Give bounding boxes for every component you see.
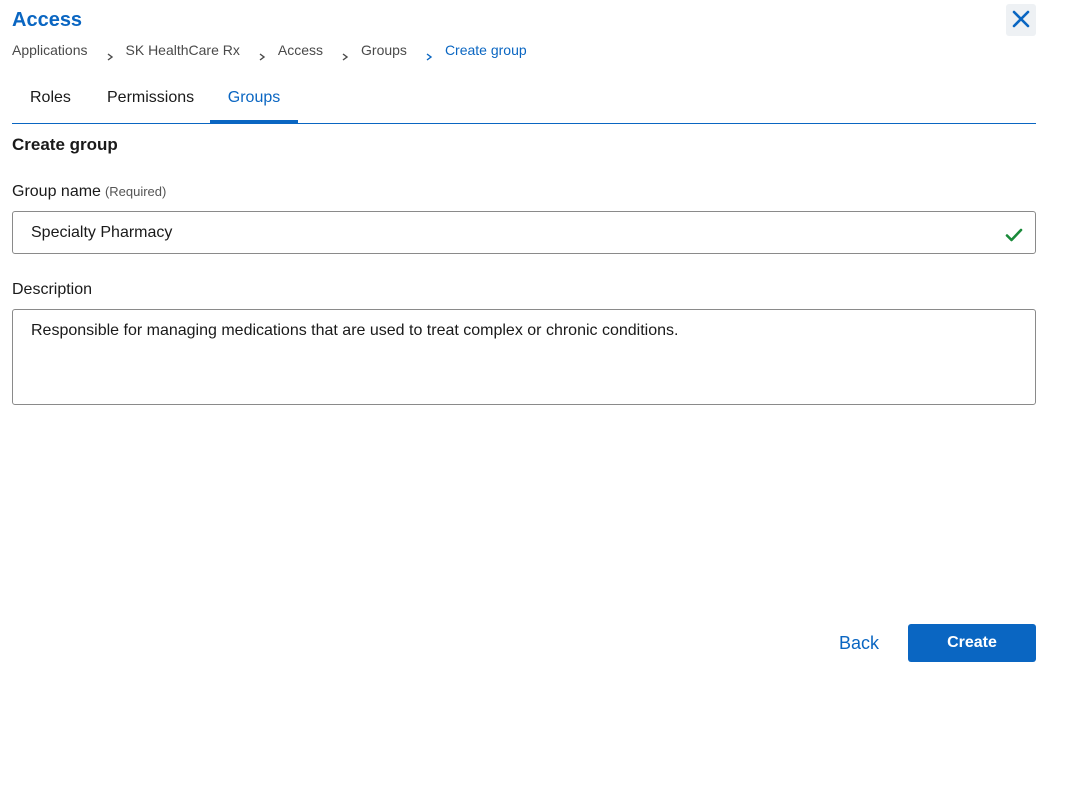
chevron-right-icon	[341, 47, 349, 61]
tab-bar: Roles Permissions Groups	[12, 76, 1036, 124]
description-textarea[interactable]: Responsible for managing medications tha…	[12, 309, 1036, 405]
back-button[interactable]: Back	[828, 624, 890, 662]
create-button[interactable]: Create	[908, 624, 1036, 662]
checkmark-icon	[1005, 228, 1023, 242]
breadcrumb-create-group: Create group	[444, 42, 527, 58]
tab-roles[interactable]: Roles	[12, 76, 89, 123]
required-indicator: (Required)	[104, 184, 167, 199]
breadcrumb: Applications SK HealthCare Rx Access Gro…	[12, 41, 527, 61]
group-name-label-text: Group name	[12, 183, 101, 200]
breadcrumb-groups[interactable]: Groups	[361, 41, 407, 59]
close-button[interactable]	[1006, 4, 1036, 36]
description-label: Description	[12, 281, 93, 298]
group-name-label: Group name (Required)	[12, 183, 166, 201]
create-group-page: Access Applications SK HealthCare Rx Acc…	[0, 0, 1067, 788]
app-title: Access	[12, 9, 83, 31]
breadcrumb-applications[interactable]: Applications	[12, 41, 88, 59]
tab-groups[interactable]: Groups	[210, 76, 298, 124]
group-name-input[interactable]	[12, 211, 1036, 254]
chevron-right-icon	[258, 47, 266, 61]
breadcrumb-sk-healthcare-rx[interactable]: SK HealthCare Rx	[126, 41, 240, 59]
chevron-right-icon	[425, 47, 433, 61]
tab-permissions[interactable]: Permissions	[89, 76, 210, 123]
breadcrumb-access[interactable]: Access	[278, 41, 323, 59]
form-title: Create group	[12, 135, 118, 154]
close-icon	[1012, 10, 1030, 31]
chevron-right-icon	[106, 47, 114, 61]
